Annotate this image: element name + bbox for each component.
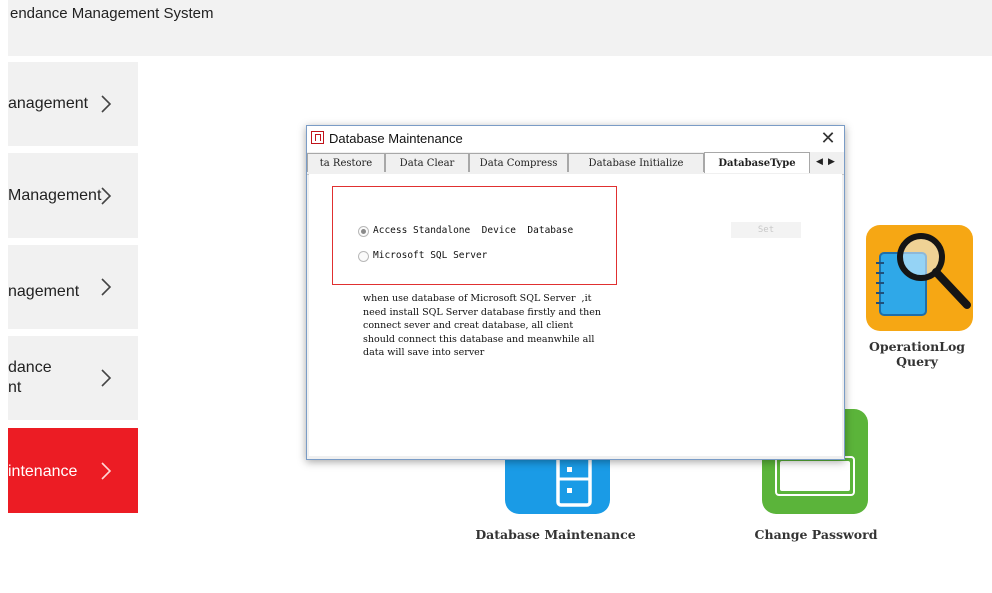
tab-data-restore[interactable]: ta Restore bbox=[307, 153, 385, 172]
tab-database-type[interactable]: DatabaseType bbox=[704, 152, 810, 173]
app-title-bar: endance Management System bbox=[0, 0, 992, 56]
app-title: endance Management System bbox=[10, 5, 214, 22]
password-mask: *** bbox=[797, 463, 827, 482]
chevron-right-icon bbox=[101, 278, 112, 296]
option-sql-server-label: Microsoft SQL Server bbox=[373, 250, 488, 261]
sidebar-item-label: anagement bbox=[8, 95, 89, 112]
chevron-right-icon bbox=[101, 369, 112, 387]
set-button[interactable]: Set bbox=[731, 222, 801, 238]
operation-log-query-label: OperationLog Query bbox=[868, 339, 966, 369]
chevron-right-icon bbox=[101, 95, 112, 113]
sidebar-item-management-2[interactable]: Management bbox=[8, 153, 138, 238]
database-maintenance-label: Database Maintenance bbox=[475, 527, 636, 542]
radio-access-database[interactable] bbox=[358, 226, 369, 237]
chevron-right-icon bbox=[101, 186, 112, 205]
sidebar-item-label: Management bbox=[8, 186, 102, 204]
close-icon[interactable]: ✕ bbox=[819, 129, 837, 147]
sidebar-item-management-1[interactable]: anagement bbox=[8, 62, 138, 146]
sidebar-item-maintenance[interactable]: intenance bbox=[8, 428, 138, 513]
option-access-label: Access Standalone Device Database bbox=[373, 225, 574, 236]
change-password-label: Change Password bbox=[754, 527, 878, 542]
operation-log-query-tile[interactable] bbox=[866, 225, 973, 331]
radio-sql-server[interactable] bbox=[358, 251, 369, 262]
sidebar-item-attendance[interactable]: dance nt bbox=[8, 336, 138, 420]
window-edge bbox=[0, 0, 8, 593]
tab-scroll-left-icon[interactable]: ◀ bbox=[816, 156, 823, 167]
sql-server-note: when use database of Microsoft SQL Serve… bbox=[363, 293, 601, 358]
database-type-panel: Access Standalone Device Database Micros… bbox=[309, 174, 842, 456]
sidebar-item-management-3[interactable]: nagement bbox=[8, 245, 138, 329]
notebook-search-icon bbox=[876, 233, 971, 316]
tab-data-compress[interactable]: Data Compress bbox=[469, 153, 568, 172]
dialog-title-bar[interactable]: Database Maintenance ✕ bbox=[307, 126, 844, 152]
sidebar-item-label: intenance bbox=[8, 462, 78, 480]
database-maintenance-dialog: Database Maintenance ✕ ta Restore Data C… bbox=[306, 125, 845, 460]
tab-strip: ta Restore Data Clear Data Compress Data… bbox=[307, 152, 844, 175]
chevron-right-icon bbox=[101, 461, 112, 480]
app-logo-icon bbox=[311, 131, 324, 144]
tab-database-initialize[interactable]: Database Initialize bbox=[568, 153, 704, 172]
tab-data-clear[interactable]: Data Clear bbox=[385, 153, 469, 172]
sidebar-item-label: dance nt bbox=[8, 359, 52, 396]
dialog-title: Database Maintenance bbox=[329, 131, 463, 146]
sidebar-item-label: nagement bbox=[8, 283, 80, 300]
tab-scroll-right-icon[interactable]: ▶ bbox=[828, 156, 835, 167]
